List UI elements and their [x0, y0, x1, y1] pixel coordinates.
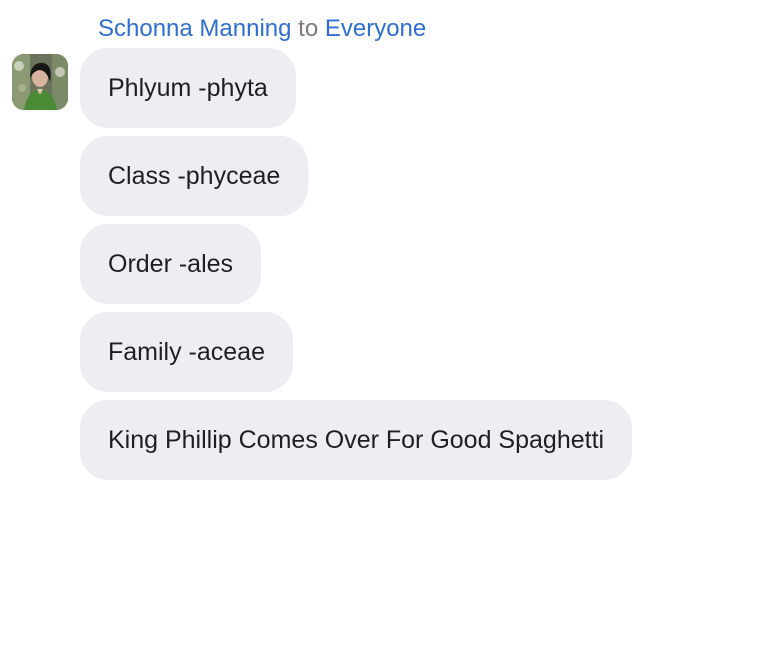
- message-list: Phlyum -phyta Class -phyceae Order -ales…: [80, 48, 633, 488]
- to-label: to: [298, 15, 319, 42]
- sender-header: Schonna Manning to Everyone: [98, 14, 426, 44]
- recipient-link[interactable]: Everyone: [325, 15, 426, 42]
- message-bubble[interactable]: Family -aceae: [80, 312, 293, 392]
- message-bubble[interactable]: Order -ales: [80, 224, 262, 304]
- message-bubble[interactable]: King Phillip Comes Over For Good Spaghet…: [80, 400, 633, 480]
- user-photo-avatar-icon: [12, 54, 68, 110]
- message-bubble[interactable]: Phlyum -phyta: [80, 48, 296, 128]
- avatar[interactable]: [12, 54, 68, 110]
- message-bubble[interactable]: Class -phyceae: [80, 136, 309, 216]
- sender-name-link[interactable]: Schonna Manning: [98, 15, 291, 42]
- chat-message-group: Schonna Manning to Everyone Phlyum -phyt…: [0, 0, 762, 652]
